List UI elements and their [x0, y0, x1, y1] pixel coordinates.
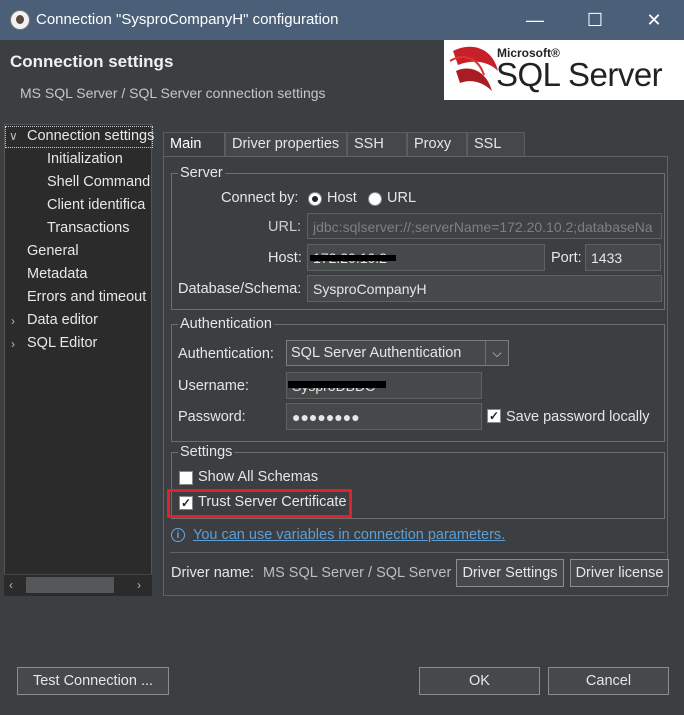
tab-driver-properties[interactable]: Driver properties	[225, 132, 347, 157]
tree-item-client-identification[interactable]: Client identifica	[47, 197, 145, 213]
url-radio-label[interactable]: URL	[387, 190, 416, 206]
tab-ssh[interactable]: SSH	[347, 132, 407, 157]
show-all-schemas-checkbox[interactable]	[179, 471, 193, 485]
authentication-legend: Authentication	[180, 316, 272, 332]
save-password-checkbox[interactable]: ✓	[487, 409, 501, 423]
tree-item-errors-and-timeout[interactable]: Errors and timeout	[27, 289, 146, 305]
authentication-select-value: SQL Server Authentication	[291, 345, 462, 361]
host-radio[interactable]	[308, 192, 322, 206]
tab-main[interactable]: Main	[163, 132, 225, 158]
settings-tree: ∨ Connection settings Initialization She…	[4, 124, 154, 596]
cancel-button[interactable]: Cancel	[548, 667, 669, 695]
chevron-right-icon[interactable]: ›	[11, 314, 15, 328]
database-schema-field[interactable]: SysproCompanyH	[307, 275, 662, 302]
minimize-button[interactable]: —	[515, 4, 555, 36]
variables-help-link[interactable]: You can use variables in connection para…	[193, 527, 505, 543]
database-schema-label: Database/Schema:	[178, 281, 302, 297]
tab-proxy[interactable]: Proxy	[407, 132, 467, 157]
authentication-label: Authentication:	[178, 346, 274, 362]
chevron-down-icon[interactable]: ∨	[9, 129, 18, 143]
maximize-button[interactable]: ☐	[575, 4, 615, 36]
tree-item-general[interactable]: General	[27, 243, 79, 259]
port-label: Port:	[551, 250, 582, 266]
tree-item-data-editor[interactable]: Data editor	[27, 312, 98, 328]
driver-license-button[interactable]: Driver license	[570, 559, 669, 587]
authentication-select[interactable]: SQL Server Authentication ⌵	[286, 340, 509, 366]
redaction-bar	[288, 381, 386, 388]
page-subtitle: MS SQL Server / SQL Server connection se…	[20, 85, 326, 101]
port-field[interactable]: 1433	[585, 244, 661, 271]
scroll-right-icon[interactable]: ›	[137, 578, 141, 592]
settings-legend: Settings	[180, 444, 233, 460]
tab-strip: Driver properties SSH Proxy SSL Main	[163, 132, 663, 158]
tree-item-initialization[interactable]: Initialization	[47, 151, 123, 167]
scroll-left-icon[interactable]: ‹	[9, 578, 13, 592]
ok-button[interactable]: OK	[419, 667, 540, 695]
divider	[170, 552, 665, 553]
logo-product-text: SQL Server	[496, 56, 663, 93]
username-label: Username:	[178, 378, 249, 394]
password-field[interactable]: ●●●●●●●●	[286, 403, 482, 430]
password-label: Password:	[178, 409, 246, 425]
driver-settings-button[interactable]: Driver Settings	[456, 559, 564, 587]
chevron-down-icon[interactable]: ⌵	[485, 341, 508, 365]
tree-item-metadata[interactable]: Metadata	[27, 266, 87, 282]
host-label: Host:	[268, 250, 302, 266]
url-field[interactable]: jdbc:sqlserver://;serverName=172.20.10.2…	[307, 213, 662, 239]
host-radio-label[interactable]: Host	[327, 190, 357, 206]
url-radio[interactable]	[368, 192, 382, 206]
close-button[interactable]: ✕	[634, 4, 674, 36]
server-legend: Server	[180, 165, 223, 181]
driver-name-value: MS SQL Server / SQL Server	[263, 565, 452, 581]
tree-item-sql-editor[interactable]: SQL Editor	[27, 335, 97, 351]
url-label: URL:	[268, 219, 302, 235]
save-password-label[interactable]: Save password locally	[506, 409, 649, 425]
connect-by-label: Connect by:	[221, 190, 299, 206]
redaction-bar	[310, 255, 396, 261]
tab-ssl[interactable]: SSL	[467, 132, 525, 157]
app-logo-icon	[10, 10, 30, 30]
tree-item-shell-command[interactable]: Shell Command	[47, 174, 150, 190]
driver-name-label: Driver name:	[171, 565, 254, 581]
show-all-schemas-label[interactable]: Show All Schemas	[198, 469, 318, 485]
info-icon: i	[171, 528, 185, 542]
window-title: Connection "SysproCompanyH" configuratio…	[36, 11, 339, 28]
highlight-box	[167, 489, 352, 518]
tree-item-connection-settings[interactable]: Connection settings	[27, 128, 154, 144]
chevron-right-icon[interactable]: ›	[11, 337, 15, 351]
page-title: Connection settings	[10, 52, 174, 71]
test-connection-button[interactable]: Test Connection ...	[17, 667, 169, 695]
tree-item-transactions[interactable]: Transactions	[47, 220, 129, 236]
scrollbar-thumb[interactable]	[26, 577, 114, 593]
